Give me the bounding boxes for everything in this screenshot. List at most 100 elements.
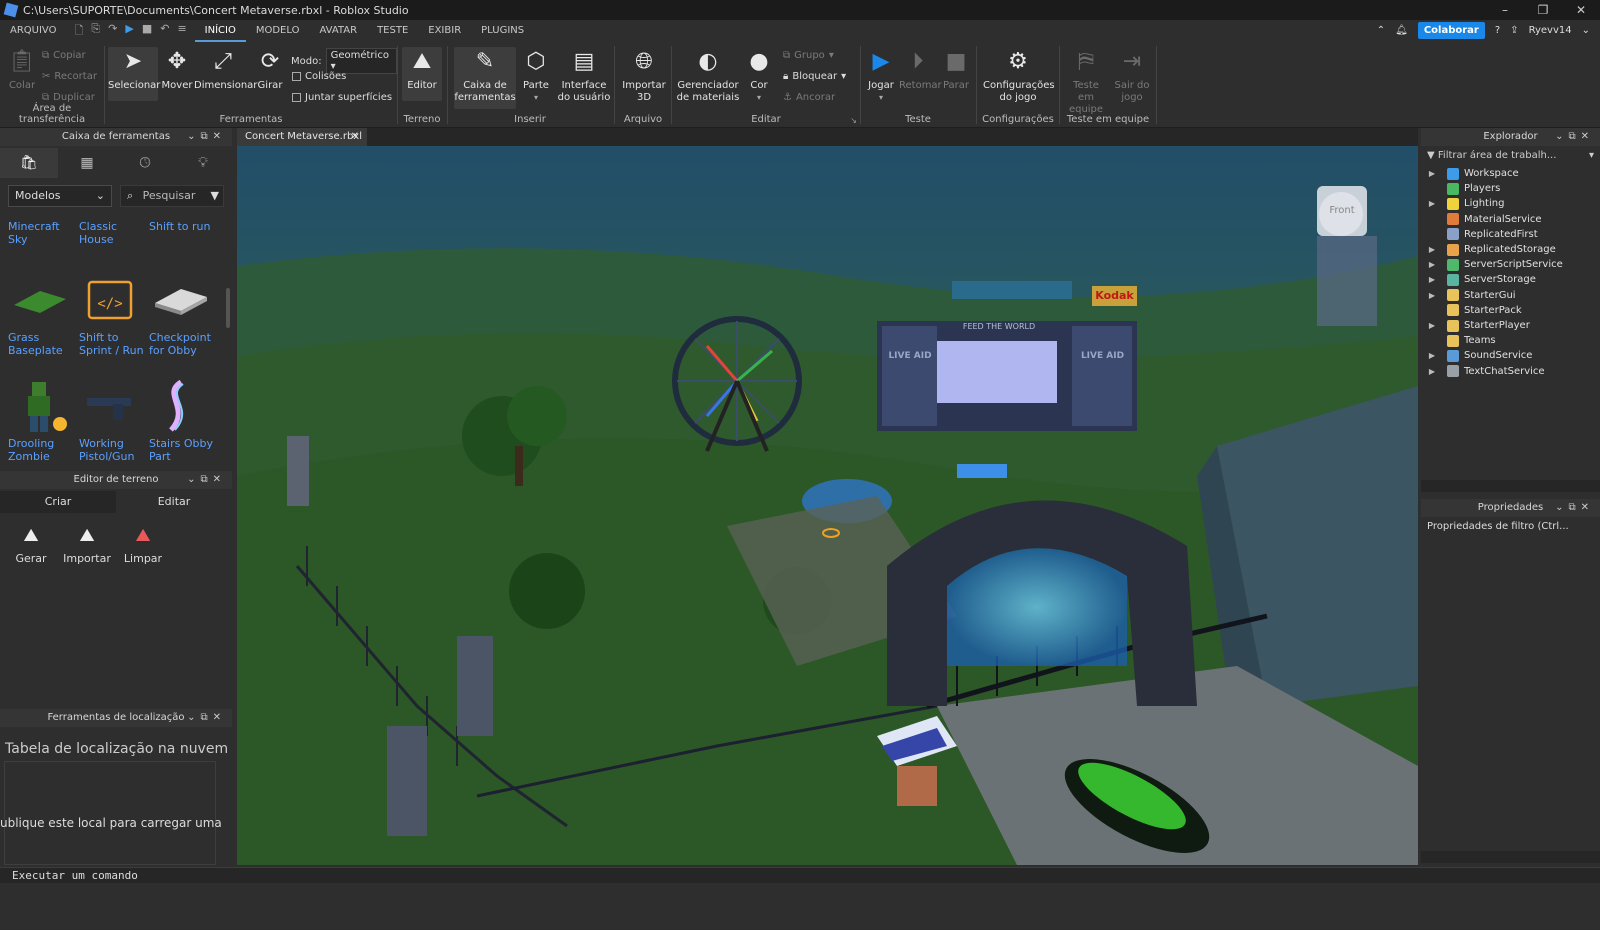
part-button[interactable]: ⬡ Parte ▾ — [518, 47, 554, 104]
toolbox-item[interactable]: Stairs Obby Part — [149, 378, 217, 463]
collisions-toggle[interactable]: Colisões — [292, 71, 346, 82]
recent-tab-icon[interactable]: 🕓︎ — [116, 148, 174, 178]
toolbox-item[interactable]: Minecraft Sky — [8, 220, 76, 246]
close-icon[interactable]: ✕ — [213, 131, 226, 142]
stop-quick-icon[interactable]: ■ — [142, 22, 152, 41]
close-icon[interactable]: ✕ — [213, 712, 226, 723]
properties-hscrollbar[interactable] — [1421, 851, 1600, 863]
tab-inicio[interactable]: INÍCIO — [194, 20, 246, 42]
notification-bell-icon[interactable]: 🔔︎ — [1395, 25, 1408, 36]
properties-filter[interactable]: Propriedades de filtro (Ctrl... — [1427, 519, 1597, 535]
team-test-button[interactable]: ⛿ Teste em equipe — [1064, 47, 1108, 116]
toolbox-item[interactable]: Checkpoint for Obby — [149, 272, 217, 357]
import-3d-button[interactable]: 🌐︎ Importar 3D — [621, 47, 667, 104]
explorer-item-workspace[interactable]: ▶ Workspace — [1425, 166, 1519, 181]
move-button[interactable]: ✥ Mover — [160, 47, 194, 92]
undo-icon[interactable]: ↶ — [160, 22, 169, 41]
tab-modelo[interactable]: MODELO — [246, 20, 310, 42]
join-surfaces-checkbox[interactable] — [292, 93, 301, 102]
toolbox-item[interactable]: </> Shift to Sprint / Run — [79, 272, 147, 357]
explorer-item-replicatedfirst[interactable]: ReplicatedFirst — [1425, 227, 1538, 242]
group-expand-icon[interactable]: ↘ — [850, 116, 857, 125]
collaborate-button[interactable]: Colaborar — [1417, 22, 1485, 39]
marketplace-tab-icon[interactable]: 🛍︎ — [0, 148, 58, 178]
explorer-item-teams[interactable]: Teams — [1425, 333, 1496, 348]
user-menu[interactable]: Ryevv14 — [1529, 25, 1572, 36]
select-button[interactable]: ➤ Selecionar — [108, 47, 160, 101]
paste-button[interactable]: 📋︎ Colar — [4, 47, 40, 92]
chevron-down-icon[interactable]: ⌄ — [1582, 25, 1590, 36]
color-button[interactable]: ● Cor ▾ — [744, 47, 774, 104]
explorer-item-starterpack[interactable]: StarterPack — [1425, 303, 1522, 318]
explorer-item-replicatedstorage[interactable]: ▶ ReplicatedStorage — [1425, 242, 1556, 257]
exit-game-button[interactable]: ⇥ Sair do jogo — [1110, 47, 1154, 104]
scale-button[interactable]: ⤢ Dimensionar — [194, 47, 257, 92]
filter-icon[interactable]: ▼ — [211, 189, 219, 202]
expand-arrow-icon[interactable]: ▶ — [1425, 321, 1439, 330]
expand-arrow-icon[interactable]: ▶ — [1425, 169, 1439, 178]
rotate-button[interactable]: ⟳ Girar — [253, 47, 287, 92]
toolbox-item[interactable]: Working Pistol/Gun — [79, 378, 147, 463]
document-tab[interactable]: Concert Metaverse.rbxl ✕ — [237, 128, 367, 146]
close-icon[interactable]: ✕ — [213, 474, 226, 485]
expand-arrow-icon[interactable]: ▶ — [1425, 367, 1439, 376]
tab-plugins[interactable]: PLUGINS — [471, 20, 534, 42]
collisions-checkbox[interactable] — [292, 72, 301, 81]
anchor-button[interactable]: ⚓︎ Ancorar — [783, 92, 835, 103]
join-surfaces-toggle[interactable]: Juntar superfícies — [292, 92, 392, 103]
generate-button[interactable]: ⛰ Gerar — [6, 525, 56, 565]
undock-icon[interactable]: ⧉ — [200, 131, 212, 142]
undock-icon[interactable]: ⧉ — [200, 474, 212, 485]
explorer-item-materialservice[interactable]: MaterialService — [1425, 212, 1542, 227]
expand-arrow-icon[interactable]: ▶ — [1425, 275, 1439, 284]
tab-criar[interactable]: Criar — [0, 491, 116, 513]
explorer-item-soundservice[interactable]: ▶ SoundService — [1425, 348, 1532, 363]
minimize-button[interactable]: – — [1486, 0, 1524, 20]
toolbox-search[interactable]: ⌕ Pesquisar ▼ — [120, 185, 224, 207]
toolbox-scrollbar[interactable] — [226, 288, 230, 328]
close-tab-icon[interactable]: ✕ — [351, 128, 359, 146]
group-button[interactable]: ⧉ Grupo ▾ — [783, 50, 834, 61]
play-button[interactable]: ▶ Jogar ▾ — [863, 47, 899, 104]
tab-editar[interactable]: Editar — [116, 491, 232, 513]
explorer-filter[interactable]: ▼ Filtrar área de trabalh... ▾ — [1423, 148, 1598, 164]
creations-tab-icon[interactable]: 💡︎ — [174, 148, 232, 178]
chevron-down-icon[interactable]: ⌄ — [1555, 131, 1568, 142]
play-quick-icon[interactable]: ▶ — [125, 22, 133, 41]
category-dropdown[interactable]: Modelos ⌄ — [8, 185, 112, 207]
view-cube[interactable]: Front — [1317, 186, 1367, 236]
open-file-icon[interactable]: ⎘ — [91, 22, 100, 41]
import-button[interactable]: ⛰ Importar — [62, 525, 112, 565]
undock-icon[interactable]: ⧉ — [200, 712, 212, 723]
file-menu[interactable]: ARQUIVO — [0, 20, 66, 42]
explorer-item-serverstorage[interactable]: ▶ ServerStorage — [1425, 272, 1536, 287]
explorer-item-starterplayer[interactable]: ▶ StarterPlayer — [1425, 318, 1530, 333]
resume-button[interactable]: ⏵ Retomar — [899, 47, 942, 92]
share-icon[interactable]: ⇪ — [1510, 25, 1518, 36]
maximize-button[interactable]: ❐ — [1524, 0, 1562, 20]
close-icon[interactable]: ✕ — [1581, 502, 1594, 513]
game-settings-button[interactable]: ⚙ Configurações do jogo — [983, 47, 1055, 104]
explorer-item-lighting[interactable]: ▶ Lighting — [1425, 196, 1504, 211]
undock-icon[interactable]: ⧉ — [1568, 502, 1580, 513]
undock-icon[interactable]: ⧉ — [1568, 131, 1580, 142]
chevron-down-icon[interactable]: ⌄ — [187, 131, 200, 142]
close-icon[interactable]: ✕ — [1581, 131, 1594, 142]
cut-button[interactable]: ✂ Recortar — [42, 71, 97, 82]
stop-button[interactable]: ■ Parar — [939, 47, 973, 92]
chevron-down-icon[interactable]: ⌄ — [187, 474, 200, 485]
help-icon[interactable]: ? — [1495, 25, 1500, 36]
tab-avatar[interactable]: AVATAR — [309, 20, 367, 42]
chevron-down-icon[interactable]: ⌄ — [1555, 502, 1568, 513]
lock-button[interactable]: 🔒︎ Bloquear ▾ — [783, 71, 846, 82]
user-interface-button[interactable]: ▤ Interface do usuário — [556, 47, 612, 104]
toolbox-item[interactable]: Drooling Zombie — [8, 378, 76, 463]
expand-arrow-icon[interactable]: ▶ — [1425, 351, 1439, 360]
duplicate-button[interactable]: ⧉ Duplicar — [42, 92, 95, 103]
terrain-editor-button[interactable]: ⛰ Editor — [402, 47, 442, 101]
toolbox-item[interactable]: Grass Baseplate — [8, 272, 76, 357]
explorer-item-players[interactable]: Players — [1425, 181, 1500, 196]
inventory-tab-icon[interactable]: ▦ — [58, 148, 116, 178]
tab-exibir[interactable]: EXIBIR — [418, 20, 471, 42]
tab-teste[interactable]: TESTE — [367, 20, 418, 42]
